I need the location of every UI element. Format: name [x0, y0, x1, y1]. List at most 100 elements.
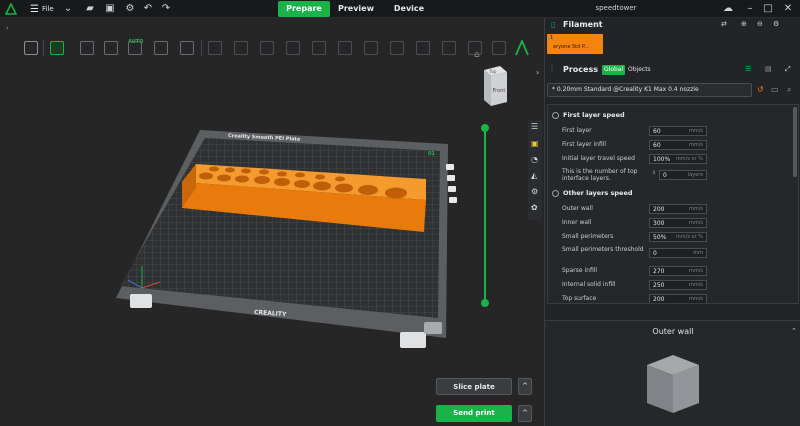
- parameter-list[interactable]: First layer speed First layer 60 mm/s Fir…: [547, 104, 799, 304]
- chevron-down-icon[interactable]: ⌄: [62, 3, 74, 15]
- param-label: Outer wall: [562, 205, 593, 212]
- param-input[interactable]: 200 mm/s: [649, 294, 707, 303]
- send-options-button[interactable]: ^: [518, 405, 532, 422]
- tab-preview[interactable]: Preview: [332, 1, 380, 17]
- param-input[interactable]: 60 mm/s: [649, 140, 707, 150]
- param-input[interactable]: 100% mm/s or %: [649, 154, 707, 164]
- param-row: Sparse infill 270 mm/s: [562, 265, 792, 277]
- collapse-preview-icon[interactable]: ⌃: [791, 327, 797, 335]
- filament-slot-1[interactable]: 1 eryone Std P...: [547, 34, 603, 54]
- gear-icon[interactable]: ⚙: [124, 3, 136, 15]
- maximize-icon[interactable]: □: [762, 3, 774, 15]
- param-unit: mm/s: [688, 128, 703, 134]
- param-row: Small perimeters threshold 0 mm: [562, 246, 792, 259]
- param-row: Inner wall 300 mm/s: [562, 217, 792, 229]
- param-unit: mm/s: [688, 142, 703, 148]
- cloud-upload-icon[interactable]: ☁: [722, 3, 734, 15]
- slice-plate-button[interactable]: Slice plate: [436, 378, 512, 395]
- section-first-layer-speed: First layer speed: [552, 109, 625, 121]
- param-input[interactable]: 270 mm/s: [649, 266, 707, 276]
- redo-icon[interactable]: ↷: [160, 3, 172, 15]
- objects-toggle[interactable]: Objects: [628, 65, 651, 75]
- settings-icon[interactable]: ⚙: [531, 187, 538, 196]
- param-label: First layer: [562, 127, 592, 134]
- plate-brand-label: CREALITY: [254, 309, 287, 318]
- section-title: Other layers speed: [563, 189, 633, 197]
- param-label: Inner wall: [562, 219, 592, 226]
- param-label: First layer infill: [562, 141, 607, 148]
- param-unit: mm/s: [688, 296, 703, 302]
- filament-header: ▯ Filament ⇄ ⊕ ⊖ ⚙: [545, 18, 800, 32]
- param-unit: mm/s or %: [675, 156, 703, 162]
- param-row: Top surface 200 mm/s: [562, 293, 792, 303]
- build-plate-scene[interactable]: Creality Smooth PEI Plate 01 CREALITY: [0, 18, 544, 426]
- send-print-button[interactable]: Send print: [436, 405, 512, 422]
- layer-view-icon[interactable]: ▣: [531, 139, 539, 148]
- param-input[interactable]: 60 mm/s: [649, 126, 707, 136]
- plate-corner-tab: [130, 294, 152, 308]
- param-label: Small perimeters threshold: [562, 246, 644, 253]
- close-icon[interactable]: ✕: [782, 3, 794, 15]
- add-filament-icon[interactable]: ⊕: [741, 20, 747, 28]
- minimize-icon[interactable]: –: [744, 3, 756, 15]
- param-label: Top surface: [562, 295, 597, 302]
- param-input[interactable]: 200 mm/s: [649, 204, 707, 214]
- plate-option-icon[interactable]: [449, 197, 457, 203]
- param-unit: mm/s: [688, 268, 703, 274]
- tab-device[interactable]: Device: [386, 1, 432, 17]
- sync-icon[interactable]: ⇄: [721, 20, 727, 28]
- param-stepper[interactable]: 0 layers: [659, 170, 707, 180]
- search-icon[interactable]: ⌕: [787, 85, 791, 95]
- global-toggle[interactable]: Global: [602, 65, 626, 75]
- param-input[interactable]: 0 mm: [649, 248, 707, 258]
- process-title: Process: [563, 65, 598, 74]
- filament-title: Filament: [563, 20, 603, 29]
- filament-settings-icon[interactable]: ⚙: [773, 20, 779, 28]
- param-value: 0: [663, 172, 667, 179]
- param-value: 60: [653, 128, 661, 135]
- plate-corner-tab: [424, 322, 442, 334]
- advanced-list-icon[interactable]: ☰: [745, 65, 751, 73]
- param-unit: layers: [687, 172, 703, 178]
- multi-material-icon[interactable]: ✿: [531, 203, 538, 212]
- reset-preset-icon[interactable]: ↺: [757, 85, 764, 94]
- speed-icon[interactable]: ◔: [531, 155, 538, 164]
- remove-filament-icon[interactable]: ⊖: [757, 20, 763, 28]
- stepper-arrows-icon[interactable]: ⇕: [652, 170, 656, 176]
- param-input[interactable]: 50% mm/s or %: [649, 232, 707, 242]
- compare-icon[interactable]: ▤: [765, 65, 772, 73]
- save-preset-icon[interactable]: ▭: [771, 85, 779, 94]
- expand-process-icon[interactable]: ⤢: [785, 65, 791, 74]
- plate-number-label: 01: [428, 151, 435, 157]
- undo-icon[interactable]: ↶: [142, 3, 154, 15]
- window-title: speedtower: [595, 4, 637, 12]
- param-row: Initial layer travel speed 100% mm/s or %: [562, 153, 792, 165]
- filament-slot-number: 1: [550, 35, 554, 41]
- param-row: Internal solid infill 250 mm/s: [562, 279, 792, 291]
- hamburger-icon: ☰: [30, 3, 39, 15]
- folder-icon[interactable]: ▰: [84, 3, 96, 15]
- param-value: 300: [653, 220, 665, 227]
- 3d-viewport[interactable]: › AUTO › ⌂ Top Front Creality Smooth PEI…: [0, 18, 544, 426]
- plate-option-icon[interactable]: [447, 175, 455, 181]
- param-input[interactable]: 250 mm/s: [649, 280, 707, 290]
- preview-title: Outer wall: [652, 327, 694, 336]
- param-label: Initial layer travel speed: [562, 155, 635, 162]
- save-icon[interactable]: ▣: [104, 3, 116, 15]
- plate-option-icon[interactable]: [446, 164, 454, 170]
- parameter-scrollbar[interactable]: [793, 107, 797, 177]
- outer-wall-preview-image: [647, 355, 699, 413]
- slice-options-button[interactable]: ^: [518, 378, 532, 395]
- tab-prepare[interactable]: Prepare: [278, 1, 330, 17]
- param-input[interactable]: 300 mm/s: [649, 218, 707, 228]
- param-value: 60: [653, 142, 661, 149]
- param-label: Internal solid infill: [562, 281, 616, 288]
- support-icon[interactable]: ◭: [531, 171, 537, 180]
- param-value: 200: [653, 206, 665, 213]
- objects-list-icon[interactable]: ☰: [531, 122, 538, 131]
- filament-slot-name: eryone Std P...: [553, 44, 589, 50]
- process-preset-select[interactable]: * 0.20mm Standard @Creality K1 Max 0.4 n…: [547, 83, 752, 97]
- plate-option-icon[interactable]: [448, 186, 456, 192]
- param-row: First layer 60 mm/s: [562, 125, 792, 137]
- file-menu[interactable]: ☰ File: [30, 3, 54, 15]
